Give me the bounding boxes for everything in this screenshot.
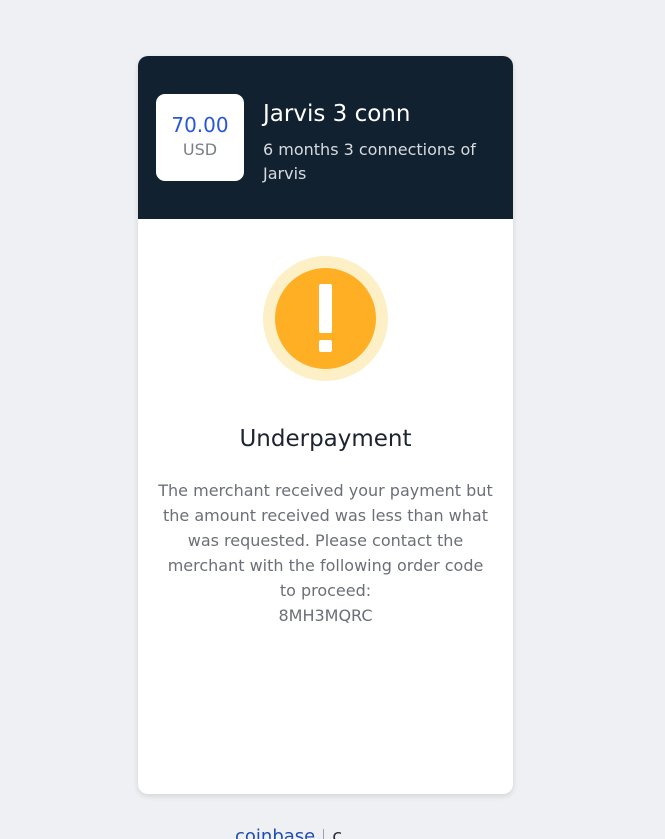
- exclamation-icon: [263, 256, 388, 381]
- exclamation-icon-circle: [275, 268, 376, 369]
- footer: coinbase c: [235, 826, 342, 839]
- status-message: The merchant received your payment but t…: [158, 478, 493, 628]
- product-description: 6 months 3 connections of Jarvis: [263, 140, 476, 183]
- product-info: Jarvis 3 conn 6 months 3 connections of …: [263, 100, 493, 186]
- coinbase-logo[interactable]: coinbase: [235, 826, 315, 839]
- footer-divider: [323, 829, 325, 839]
- product-title: Jarvis 3 conn: [263, 101, 411, 127]
- order-code: 8MH3MQRC: [278, 606, 373, 625]
- status-message-text: The merchant received your payment but t…: [158, 481, 493, 600]
- exclamation-bar: [319, 284, 332, 333]
- card-header: 70.00 USD Jarvis 3 conn 6 months 3 conne…: [138, 56, 513, 219]
- price-amount: 70.00: [171, 113, 229, 137]
- checkout-page: 70.00 USD Jarvis 3 conn 6 months 3 conne…: [0, 0, 665, 839]
- price-currency: USD: [182, 140, 218, 159]
- payment-card: 70.00 USD Jarvis 3 conn 6 months 3 conne…: [138, 56, 513, 794]
- status-title: Underpayment: [239, 426, 412, 452]
- footer-extra[interactable]: c: [332, 826, 342, 839]
- exclamation-dot: [319, 340, 332, 352]
- price-badge: 70.00 USD: [156, 94, 244, 181]
